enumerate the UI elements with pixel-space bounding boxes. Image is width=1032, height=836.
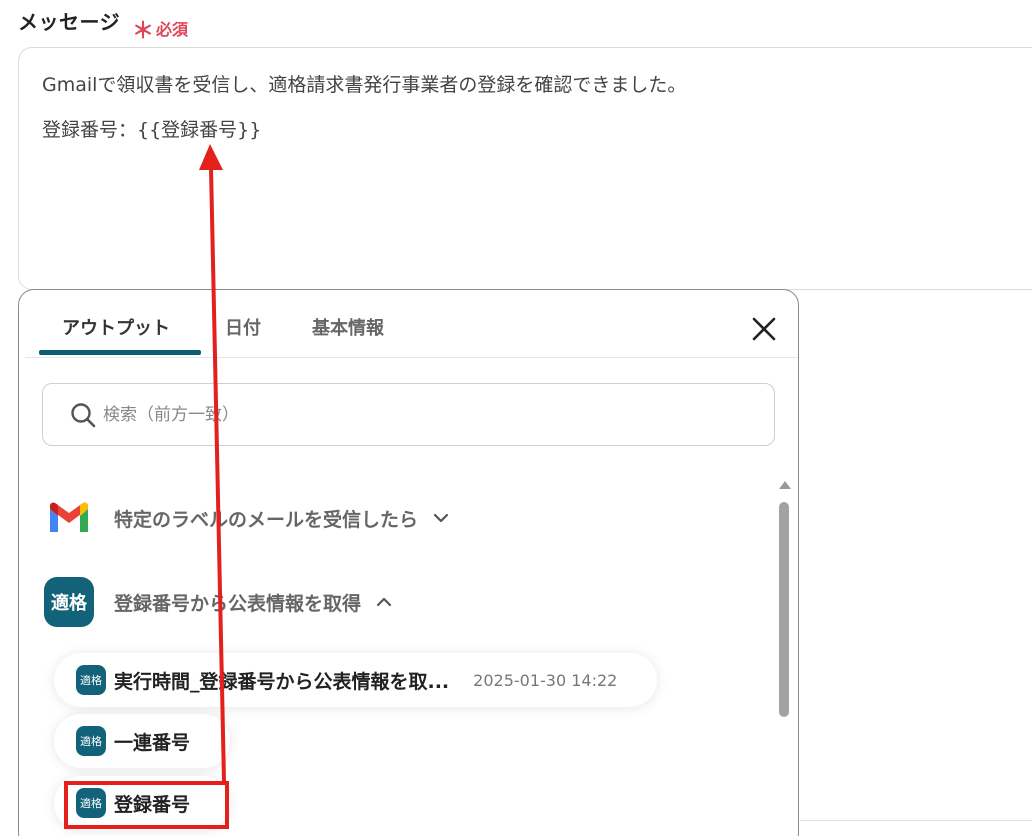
item-label: 一連番号: [114, 731, 191, 754]
close-icon: [752, 317, 776, 341]
required-indicator: ＊必須: [132, 10, 189, 44]
item-badge: 適格: [76, 726, 106, 756]
message-line-2: 登録番号：{{登録番号}}: [42, 119, 262, 141]
chevron-down-icon: [433, 513, 449, 523]
tab-divider: [25, 357, 798, 358]
gmail-icon: [44, 493, 94, 543]
group-gmail-trigger[interactable]: 特定のラベルのメールを受信したら: [44, 493, 450, 543]
message-field-label: メッセージ: [18, 10, 121, 34]
scrollbar-thumb[interactable]: [779, 502, 789, 717]
message-textarea[interactable]: Gmailで領収書を受信し、適格請求書発行事業者の登録を確認できました。 登録番…: [18, 47, 1032, 290]
group-title: 登録番号から公表情報を取得: [114, 592, 362, 615]
search-icon: [71, 403, 96, 428]
search-box: [42, 383, 775, 446]
output-item-execution-time[interactable]: 適格 実行時間_登録番号から公表情報を取... 2025-01-30 14:22: [54, 653, 658, 707]
chevron-up-icon: [376, 597, 392, 607]
message-line-1: Gmailで領収書を受信し、適格請求書発行事業者の登録を確認できました。: [42, 74, 687, 96]
group-registration-lookup[interactable]: 適格 登録番号から公表情報を取得: [44, 577, 393, 627]
item-label: 登録番号: [114, 793, 191, 816]
search-input[interactable]: [103, 398, 743, 432]
tab-date[interactable]: 日付: [225, 314, 261, 340]
tab-basic-info[interactable]: 基本情報: [312, 314, 384, 340]
required-star: ＊: [132, 19, 155, 44]
group-title: 特定のラベルのメールを受信したら: [114, 508, 419, 531]
output-item-serial-number[interactable]: 適格 一連番号: [54, 714, 231, 768]
tab-output[interactable]: アウトプット: [62, 314, 170, 340]
item-value: 2025-01-30 14:22: [473, 670, 618, 690]
group-badge-text: 適格: [44, 577, 94, 627]
divider: [800, 820, 1032, 821]
close-button[interactable]: [747, 312, 781, 346]
item-badge: 適格: [76, 665, 106, 695]
qualified-invoice-icon: 適格: [44, 577, 94, 627]
item-badge: 適格: [76, 788, 106, 818]
active-tab-indicator: [39, 350, 201, 355]
scroll-up-arrow[interactable]: [779, 481, 791, 489]
output-item-registration-number[interactable]: 適格 登録番号: [54, 776, 231, 830]
variable-picker-panel: アウトプット 日付 基本情報 特定のラベルのメールを受信したら: [18, 289, 799, 836]
required-text: 必須: [156, 20, 189, 39]
item-label: 実行時間_登録番号から公表情報を取...: [114, 670, 450, 693]
